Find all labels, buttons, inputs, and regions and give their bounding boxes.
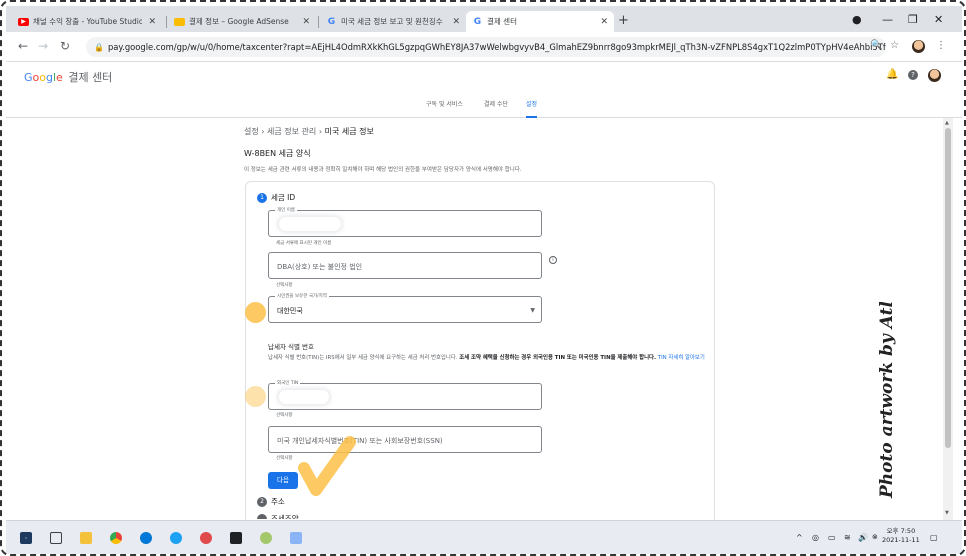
tab-subscriptions[interactable]: 구독 및 서비스	[426, 99, 463, 108]
back-icon[interactable]: ←	[18, 39, 28, 53]
browser-tab-strip: ▶ 채널 수익 창출 - YouTube Studio ✕ 결제 정보 – Go…	[6, 6, 962, 32]
step-1-label: 세금 ID	[271, 193, 296, 202]
google-icon: G	[327, 16, 336, 27]
browser-toolbar: ← → ↻ 🔒 pay.google.com/gp/w/u/0/home/tax…	[6, 32, 962, 62]
file-explorer-icon[interactable]	[80, 532, 92, 544]
chevron-up-icon[interactable]: ^	[796, 533, 803, 542]
maximize-icon[interactable]: ❐	[908, 13, 918, 26]
foreign-tin-hint: 선택사항	[276, 413, 293, 418]
breadcrumb-us-tax: 미국 세금 정보	[324, 127, 374, 136]
watermark-signature: Photo artwork by Atlas	[877, 302, 897, 499]
close-icon[interactable]: ✕	[148, 17, 156, 27]
windows-taskbar: ^ ◎ ▭ ≋ 🔊 ⊗ 오후 7:50 2021-11-11 ▢	[6, 520, 962, 554]
individual-name-hint: 세금 서류에 표시된 개인 이름	[276, 241, 332, 246]
form-description: 이 정보는 세금 관련 서류의 내용과 정확히 일치해야 하며 해당 법인의 권…	[244, 167, 522, 173]
close-icon[interactable]: ✕	[452, 17, 460, 27]
lock-icon: 🔒	[94, 42, 104, 52]
paint-app-icon[interactable]	[260, 532, 272, 544]
highlight-dot	[245, 386, 266, 407]
settings-nav: 구독 및 서비스 결제 수단 설정	[6, 88, 962, 118]
step-2-label: 주소	[271, 497, 285, 506]
zoom-icon[interactable]: 🔍	[870, 40, 882, 51]
start-menu-icon[interactable]	[20, 532, 32, 544]
account-avatar[interactable]	[928, 69, 941, 82]
breadcrumb-settings[interactable]: 설정	[244, 127, 259, 136]
individual-name-field[interactable]: 개인 이름	[268, 207, 542, 237]
forward-icon[interactable]: →	[38, 39, 48, 53]
photo-app-icon[interactable]	[200, 532, 212, 544]
google-logo[interactable]: Google 결제 센터	[24, 69, 112, 85]
tab-payment-methods[interactable]: 결제 수단	[484, 99, 508, 108]
checkmark-icon	[298, 436, 356, 496]
highlight-dot	[245, 302, 266, 323]
menu-dots-icon[interactable]: ⋮	[936, 40, 946, 51]
help-icon[interactable]: ?	[908, 70, 918, 80]
network-icon[interactable]: ◎	[812, 533, 819, 542]
bookmark-star-icon[interactable]: ☆	[890, 40, 899, 51]
step-2-indicator: 2	[257, 497, 267, 507]
step-3-indicator	[257, 514, 267, 519]
edge-icon[interactable]	[140, 532, 152, 544]
us-tin-hint: 선택사항	[276, 456, 293, 461]
page-title: W-8BEN 세금 양식	[244, 149, 311, 158]
page-scrollbar[interactable]: ▲ ▼	[943, 118, 953, 520]
app-header: Google 결제 센터 🔔 ?	[6, 62, 962, 88]
scroll-up-icon[interactable]: ▲	[945, 120, 949, 126]
camera-app-icon[interactable]	[230, 532, 242, 544]
notifications-icon[interactable]: 🔔	[886, 69, 898, 80]
notification-center-icon[interactable]: ▢	[930, 533, 938, 542]
info-icon[interactable]: i	[549, 256, 557, 264]
close-icon[interactable]: ✕	[302, 17, 310, 27]
tab-settings[interactable]: 설정	[526, 99, 538, 118]
snip-app-icon[interactable]	[290, 532, 302, 544]
youtube-icon: ▶	[18, 17, 29, 26]
url-text: pay.google.com/gp/w/u/0/home/taxcenter?r…	[107, 42, 886, 52]
task-view-icon[interactable]	[50, 532, 62, 544]
tab-youtube-studio[interactable]: ▶ 채널 수익 창출 - YouTube Studio ✕	[12, 11, 162, 32]
battery-icon[interactable]: ▭	[828, 533, 836, 542]
redacted-value	[279, 390, 329, 404]
tin-description: 납세자 식별 번호(TIN)는 IRS에서 일부 세금 양식에 요구하는 세금 …	[268, 355, 705, 361]
tin-learn-more-link[interactable]: TIN 자세히 알아보기	[658, 355, 705, 361]
svg-text:Photo artwork by Atlas: Photo artwork by Atlas	[877, 302, 897, 499]
reload-icon[interactable]: ↻	[60, 39, 70, 53]
minimize-icon[interactable]: —	[882, 13, 893, 26]
profile-avatar[interactable]	[912, 40, 925, 53]
language-icon[interactable]: ⊗	[872, 533, 878, 541]
product-name: 결제 센터	[68, 71, 113, 84]
tab-payments-center[interactable]: G 결제 센터 ✕	[466, 11, 614, 32]
dropdown-arrow-icon: ▼	[530, 307, 535, 314]
app-icon[interactable]	[170, 532, 182, 544]
new-tab-button[interactable]: +	[618, 13, 629, 28]
step-3-label: 조세조약	[271, 514, 299, 519]
tab-adsense[interactable]: 결제 정보 – Google AdSense ✕	[168, 11, 316, 32]
tab-us-tax-info[interactable]: G 미국 세금 정보 보고 및 원천징수 ✕	[320, 11, 466, 32]
volume-icon[interactable]: 🔊	[858, 533, 868, 542]
redacted-value	[279, 217, 341, 231]
breadcrumb-tax-manage[interactable]: 세금 정보 관리	[267, 127, 316, 136]
dba-hint: 선택사항	[276, 283, 293, 288]
scroll-down-icon[interactable]: ▼	[945, 510, 949, 516]
system-clock[interactable]: 오후 7:50 2021-11-11	[882, 527, 920, 545]
dba-field[interactable]: DBA(상호) 또는 불인정 법인	[268, 252, 542, 279]
tin-section-title: 납세자 식별 번호	[268, 343, 314, 351]
chrome-icon[interactable]	[110, 532, 122, 544]
adsense-icon	[174, 17, 185, 26]
account-circle-icon[interactable]: ●	[852, 13, 862, 26]
address-bar[interactable]: 🔒 pay.google.com/gp/w/u/0/home/taxcenter…	[86, 37, 886, 57]
wifi-icon[interactable]: ≋	[844, 533, 851, 542]
foreign-tin-field[interactable]: 외국인 TIN	[268, 380, 542, 410]
close-window-icon[interactable]: ✕	[934, 13, 943, 26]
next-button[interactable]: 다음	[268, 472, 298, 489]
country-select[interactable]: 시민권을 보유한 국가/지역 대한민국 ▼	[268, 293, 542, 323]
breadcrumb: 설정 › 세금 정보 관리 › 미국 세금 정보	[244, 127, 374, 136]
screen-frame: ▶ 채널 수익 창출 - YouTube Studio ✕ 결제 정보 – Go…	[0, 0, 966, 556]
step-1-indicator: 1	[257, 193, 267, 203]
google-icon: G	[473, 16, 482, 27]
scrollbar-thumb[interactable]	[945, 128, 951, 448]
close-icon[interactable]: ✕	[600, 17, 608, 27]
